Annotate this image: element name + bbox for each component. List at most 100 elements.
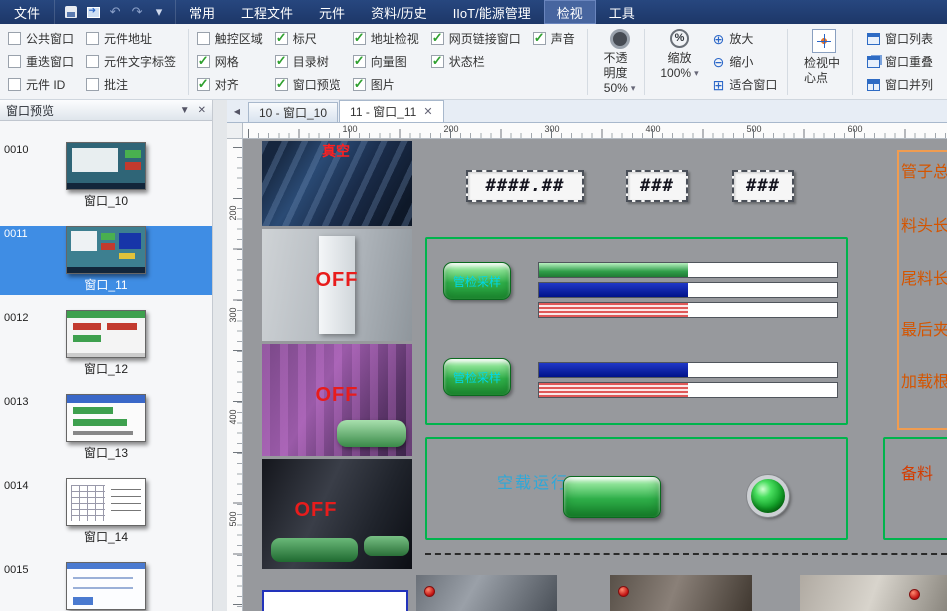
red-indicator-icon[interactable] xyxy=(618,586,629,597)
bottom-photo-1[interactable] xyxy=(416,575,557,611)
window-item-0011[interactable]: 0011 窗口_11 xyxy=(0,226,212,295)
panel-splitter[interactable] xyxy=(213,100,227,611)
bar-graph-hatch-2[interactable] xyxy=(538,382,838,398)
bar-graph-green[interactable] xyxy=(538,262,838,278)
photo-machine-4[interactable]: OFF xyxy=(262,459,412,569)
photo-machine-1[interactable]: 真空 xyxy=(262,141,412,226)
checkbox-object-text-label[interactable]: 元件文字标签 xyxy=(86,50,176,73)
window-item-0013[interactable]: 0013 窗口_13 xyxy=(0,394,212,463)
window-item-0015[interactable]: 0015 窗口_15 xyxy=(0,562,212,611)
checkbox-label: 重迭窗口 xyxy=(26,53,74,70)
checkbox-vector-graphic[interactable]: 向量图 xyxy=(353,50,419,73)
file-menu[interactable]: 文件 xyxy=(0,0,54,24)
checkbox-column-4: 标尺 目录树 窗口预览 xyxy=(275,27,341,96)
red-indicator-icon[interactable] xyxy=(424,586,435,597)
param-label-last-clamp[interactable]: 最后夹 xyxy=(901,316,947,340)
bar-graph-hatch-1[interactable] xyxy=(538,302,838,318)
checkbox-address-view[interactable]: 地址检视 xyxy=(353,27,419,50)
window-thumbnail-image[interactable] xyxy=(66,310,146,358)
checkbox-touch-area[interactable]: 触控区域 xyxy=(197,27,263,50)
checkbox-column-5: 地址检视 向量图 图片 xyxy=(353,27,419,96)
window-thumbnail-image[interactable] xyxy=(66,562,146,610)
blue-frame-box[interactable] xyxy=(262,590,408,611)
param-label-head-length[interactable]: 料头长 xyxy=(901,212,947,236)
window-item-0012[interactable]: 0012 窗口_12 xyxy=(0,310,212,379)
checkbox-object-address[interactable]: 元件地址 xyxy=(86,27,176,50)
idle-run-label[interactable]: 空载运行 xyxy=(497,469,569,493)
checkbox-box-icon xyxy=(197,55,210,68)
checkbox-object-id[interactable]: 元件 ID xyxy=(8,73,74,96)
checkbox-web-link-window[interactable]: 网页链接窗口 xyxy=(431,27,521,50)
menu-tab-data-history[interactable]: 资料/历史 xyxy=(358,0,440,24)
run-button[interactable] xyxy=(563,476,661,518)
red-indicator-icon[interactable] xyxy=(909,589,920,600)
window-thumbnail-image[interactable] xyxy=(66,394,146,442)
sample-button-2[interactable]: 管检采样 xyxy=(443,358,511,396)
backup-label[interactable]: 备料 xyxy=(901,460,933,484)
green-panel-backup[interactable] xyxy=(883,437,947,540)
ruler-mark: 400 xyxy=(228,409,238,425)
menu-tab-home[interactable]: 常用 xyxy=(176,0,228,24)
checkbox-window-preview[interactable]: 窗口预览 xyxy=(275,73,341,96)
bar-graph-blue-1[interactable] xyxy=(538,282,838,298)
window-thumbnail-image[interactable] xyxy=(66,142,146,190)
status-led[interactable] xyxy=(747,475,789,517)
window-thumbnail-image[interactable] xyxy=(66,478,146,526)
window-item-0010[interactable]: 0010 窗口_10 xyxy=(0,142,212,211)
tab-window-11[interactable]: 11 - 窗口_11✕ xyxy=(339,100,443,122)
zoom-out-button[interactable]: ⊖缩小 xyxy=(707,50,784,73)
menu-tab-view[interactable]: 检视 xyxy=(544,0,596,24)
window-item-0014[interactable]: 0014 窗口_14 xyxy=(0,478,212,547)
zoom-button[interactable]: % 缩放 100%▾ xyxy=(652,27,706,81)
param-label-tail-length[interactable]: 尾料长 xyxy=(901,265,947,289)
param-label-tube-total[interactable]: 管子总 xyxy=(901,158,947,182)
window-thumbnail-image[interactable] xyxy=(66,226,146,274)
numeric-display-3[interactable]: ### xyxy=(732,170,794,202)
checkbox-snap[interactable]: 对齐 xyxy=(197,73,263,96)
checkbox-picture[interactable]: 图片 xyxy=(353,73,419,96)
checkbox-grid[interactable]: 网格 xyxy=(197,50,263,73)
export-icon[interactable] xyxy=(85,4,101,20)
numeric-display-2[interactable]: ### xyxy=(626,170,688,202)
zoom-in-button[interactable]: ⊕放大 xyxy=(707,27,784,50)
bar-graph-blue-2[interactable] xyxy=(538,362,838,378)
tab-close-icon[interactable]: ✕ xyxy=(423,105,432,118)
menu-tab-tools[interactable]: 工具 xyxy=(596,0,648,24)
checkbox-status-bar[interactable]: 状态栏 xyxy=(431,50,521,73)
ribbon-separator xyxy=(852,29,853,95)
numeric-display-1[interactable]: ####.## xyxy=(466,170,584,202)
checkbox-sound[interactable]: 声音 xyxy=(533,27,575,50)
window-tile-button[interactable]: 窗口并列 xyxy=(861,73,939,96)
view-center-button[interactable]: 检视中心点 xyxy=(796,27,852,86)
tab-window-10[interactable]: 10 - 窗口_10 xyxy=(248,102,338,122)
bottom-photo-2[interactable] xyxy=(610,575,752,611)
zoom-in-icon: ⊕ xyxy=(713,32,725,46)
design-canvas[interactable]: 真空 OFF OFF OFF ####.## ### ### 管检采样 管检采样 xyxy=(243,139,947,611)
menu-tab-iiot-energy[interactable]: IIoT/能源管理 xyxy=(440,0,544,24)
checkbox-ruler[interactable]: 标尺 xyxy=(275,27,341,50)
menu-tab-objects[interactable]: 元件 xyxy=(306,0,358,24)
undo-icon[interactable]: ↶ xyxy=(107,4,123,20)
save-icon[interactable] xyxy=(63,4,79,20)
photo-machine-2[interactable]: OFF xyxy=(262,229,412,341)
window-cascade-button[interactable]: 窗口重叠 xyxy=(861,50,939,73)
panel-dropdown-icon[interactable]: ▼ xyxy=(180,105,190,116)
sample-button-1[interactable]: 管检采样 xyxy=(443,262,511,300)
tab-scroll-left-icon[interactable]: ◀ xyxy=(229,103,245,120)
bottom-photo-3[interactable] xyxy=(800,575,947,611)
checkbox-tree-view[interactable]: 目录树 xyxy=(275,50,341,73)
panel-close-icon[interactable]: ✕ xyxy=(198,105,206,116)
fit-window-button[interactable]: ⊞适合窗口 xyxy=(707,73,784,96)
ruler-mark: 600 xyxy=(847,124,862,134)
checkbox-overlay-window[interactable]: 重迭窗口 xyxy=(8,50,74,73)
opacity-button[interactable]: 不透明度 50%▾ xyxy=(595,27,643,96)
redo-icon[interactable]: ↷ xyxy=(129,4,145,20)
ruler-mark: 200 xyxy=(443,124,458,134)
photo-machine-3[interactable]: OFF xyxy=(262,344,412,456)
quick-access-dropdown-icon[interactable]: ▾ xyxy=(151,4,167,20)
param-label-load-count[interactable]: 加载根 xyxy=(901,368,947,392)
menu-tab-project-files[interactable]: 工程文件 xyxy=(228,0,306,24)
window-list-button[interactable]: 窗口列表 xyxy=(861,27,939,50)
checkbox-comment[interactable]: 批注 xyxy=(86,73,176,96)
checkbox-common-window[interactable]: 公共窗口 xyxy=(8,27,74,50)
